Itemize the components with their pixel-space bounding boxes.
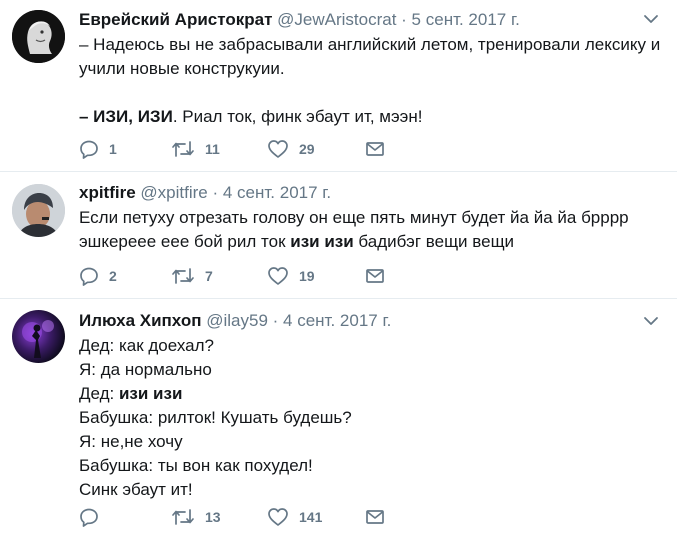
retweet-button[interactable]: 13 xyxy=(171,507,267,527)
avatar[interactable] xyxy=(12,10,65,63)
like-count: 141 xyxy=(299,509,323,525)
tweet-actions: 1 11 29 xyxy=(79,137,385,161)
message-icon xyxy=(366,510,384,524)
avatar[interactable] xyxy=(12,184,65,237)
like-icon xyxy=(268,267,288,285)
text-line: Синк эбаут ит! xyxy=(79,480,193,499)
reply-button[interactable]: 1 xyxy=(79,139,171,159)
text-fragment: бадибэг вещи вещи xyxy=(353,232,515,251)
empty-line xyxy=(79,81,657,105)
caret-down-icon[interactable] xyxy=(643,316,659,326)
like-icon xyxy=(268,508,288,526)
like-count: 29 xyxy=(299,141,315,157)
retweet-button[interactable]: 11 xyxy=(171,139,267,159)
retweet-count: 7 xyxy=(205,268,213,284)
text-line: Если петуху отрезать голову он еще пять … xyxy=(79,208,629,227)
author-handle[interactable]: @JewAristocrat xyxy=(277,10,396,29)
text-line: Бабушка: ты вон как похудел! xyxy=(79,456,313,475)
like-button[interactable]: 141 xyxy=(267,507,365,527)
tweet-header: Еврейский Аристократ @JewAristocrat · 5 … xyxy=(79,10,520,30)
text-fragment: . Риал ток, финк эбаут ит, мээн! xyxy=(172,107,423,126)
retweet-icon xyxy=(172,509,194,525)
tweet-text: – Надеюсь вы не забрасывали английский л… xyxy=(79,33,661,129)
bold-text: – ИЗИ, ИЗИ xyxy=(79,107,173,126)
like-count: 19 xyxy=(299,268,315,284)
reply-button[interactable]: 2 xyxy=(79,266,171,286)
text-line: – Надеюсь вы не забрасывали английский л… xyxy=(79,35,661,54)
like-button[interactable]: 19 xyxy=(267,266,365,286)
direct-message-button[interactable] xyxy=(365,267,385,285)
tweet[interactable]: xpitfire @xpitfire · 4 сент. 2017 г. Есл… xyxy=(0,172,677,299)
bold-text: изи изи xyxy=(118,384,183,403)
retweet-count: 11 xyxy=(205,141,220,157)
text-line: – ИЗИ, ИЗИ. Риал ток, финк эбаут ит, мээ… xyxy=(79,105,657,129)
message-icon xyxy=(366,269,384,283)
avatar[interactable] xyxy=(12,310,65,363)
reply-count: 1 xyxy=(109,141,117,157)
direct-message-button[interactable] xyxy=(365,508,385,526)
tweet[interactable]: Еврейский Аристократ @JewAristocrat · 5 … xyxy=(0,0,677,172)
like-button[interactable]: 29 xyxy=(267,139,365,159)
author-handle[interactable]: @xpitfire xyxy=(140,183,207,202)
tweet-header: xpitfire @xpitfire · 4 сент. 2017 г. xyxy=(79,183,331,203)
reply-button[interactable] xyxy=(79,507,171,527)
author-name[interactable]: xpitfire xyxy=(79,183,136,202)
reply-icon xyxy=(80,508,98,527)
like-icon xyxy=(268,140,288,158)
text-line: Я: не,не хочу xyxy=(79,432,183,451)
text-line: Дед: как доехал? xyxy=(79,336,214,355)
text-fragment: Дед: xyxy=(79,384,119,403)
text-line: эшкерееe еее бой рил ток изи изи бадибэг… xyxy=(79,230,657,254)
tweet-header: Илюха Хипхоп @ilay59 · 4 сент. 2017 г. xyxy=(79,311,391,331)
author-name[interactable]: Илюха Хипхоп xyxy=(79,311,202,330)
retweet-button[interactable]: 7 xyxy=(171,266,267,286)
message-icon xyxy=(366,142,384,156)
tweet[interactable]: Илюха Хипхоп @ilay59 · 4 сент. 2017 г. Д… xyxy=(0,299,677,544)
tweet-date[interactable]: · 4 сент. 2017 г. xyxy=(212,183,331,202)
text-line: Я: да нормально xyxy=(79,360,212,379)
retweet-count: 13 xyxy=(205,509,221,525)
reply-icon xyxy=(80,267,98,286)
text-line: Бабушка: рилток! Кушать будешь? xyxy=(79,408,352,427)
tweet-text: Дед: как доехал? Я: да нормально Дед: из… xyxy=(79,334,657,502)
tweet-text: Если петуху отрезать голову он еще пять … xyxy=(79,206,657,254)
tweet-actions: 13 141 xyxy=(79,505,385,529)
tweet-date[interactable]: · 4 сент. 2017 г. xyxy=(273,311,392,330)
text-line: учили новые конструкуии. xyxy=(79,59,285,78)
reply-count: 2 xyxy=(109,268,117,284)
text-line: Дед: изи изи xyxy=(79,382,657,406)
retweet-icon xyxy=(172,268,194,284)
author-handle[interactable]: @ilay59 xyxy=(206,311,268,330)
bold-text: изи изи xyxy=(290,232,354,251)
retweet-icon xyxy=(172,141,194,157)
caret-down-icon[interactable] xyxy=(643,14,659,24)
author-name[interactable]: Еврейский Аристократ xyxy=(79,10,272,29)
reply-icon xyxy=(80,140,98,159)
text-fragment: эшкерееe еее бой рил ток xyxy=(79,232,291,251)
tweet-actions: 2 7 19 xyxy=(79,264,385,288)
tweet-date[interactable]: · 5 сент. 2017 г. xyxy=(401,10,520,29)
direct-message-button[interactable] xyxy=(365,140,385,158)
